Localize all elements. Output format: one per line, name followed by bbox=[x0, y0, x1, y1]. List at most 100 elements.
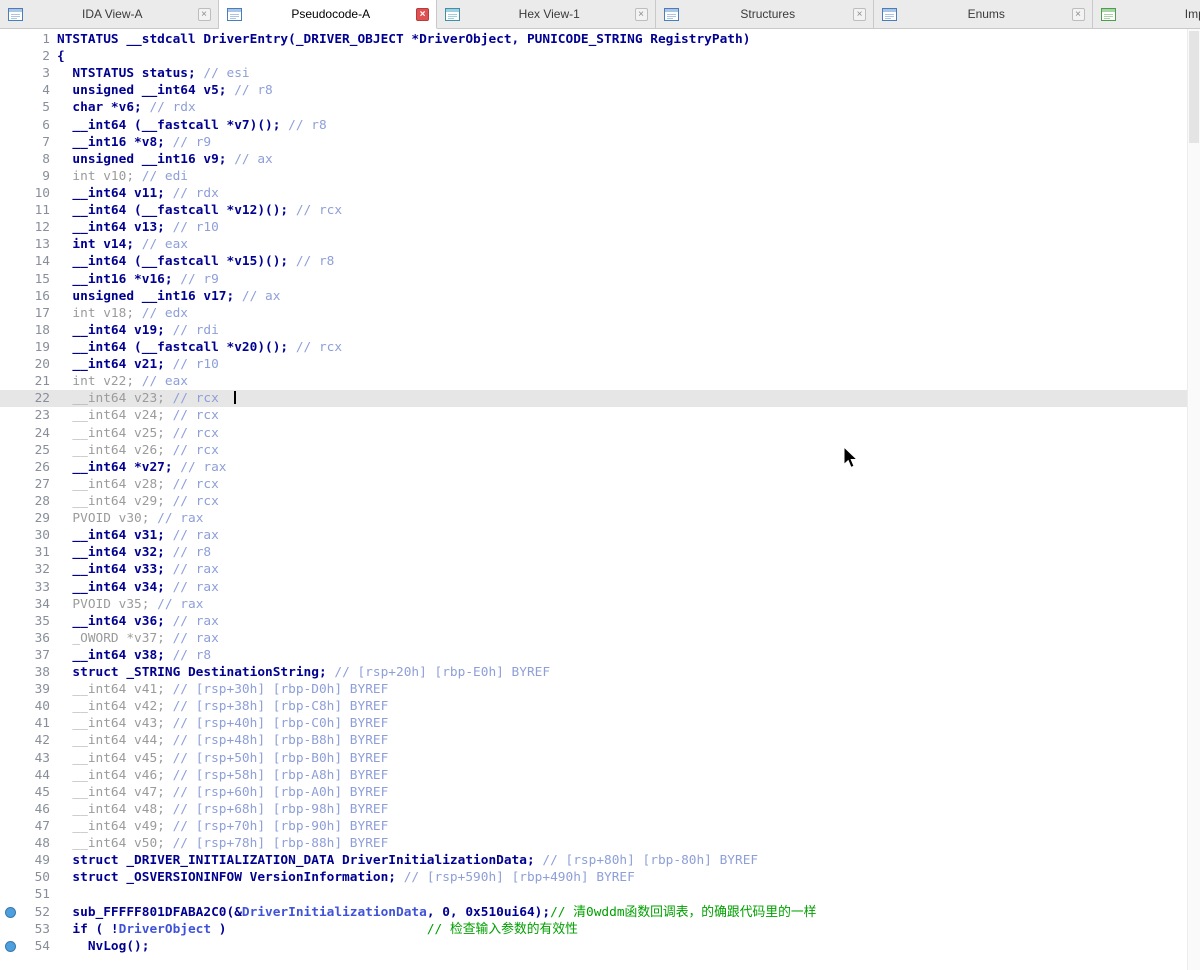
code-line[interactable]: 25 __int64 v26; // rcx bbox=[0, 442, 1187, 459]
code-line[interactable]: 28 __int64 v29; // rcx bbox=[0, 493, 1187, 510]
gutter-marker bbox=[0, 134, 20, 151]
tab-close-button[interactable]: × bbox=[853, 7, 866, 21]
code-line[interactable]: 48 __int64 v50; // [rsp+78h] [rbp-88h] B… bbox=[0, 835, 1187, 852]
code-segment: // esi bbox=[203, 66, 250, 82]
code-line[interactable]: 11 __int64 (__fastcall *v12)(); // rcx bbox=[0, 202, 1187, 219]
code-line[interactable]: 41 __int64 v43; // [rsp+40h] [rbp-C0h] B… bbox=[0, 715, 1187, 732]
code-segment: , 0, 0x510ui64); bbox=[426, 904, 551, 920]
code-segment: // [rsp+60h] [rbp-A0h] BYREF bbox=[172, 784, 389, 800]
code-address-dot bbox=[0, 904, 20, 921]
gutter-marker bbox=[0, 886, 20, 903]
code-line[interactable]: 15 __int16 *v16; // r9 bbox=[0, 271, 1187, 288]
code-line[interactable]: 18 __int64 v19; // rdi bbox=[0, 322, 1187, 339]
code-line[interactable]: 13 int v14; // eax bbox=[0, 236, 1187, 253]
line-number: 2 bbox=[42, 49, 50, 65]
code-line[interactable]: 21 int v22; // eax bbox=[0, 373, 1187, 390]
code-line[interactable]: 47 __int64 v49; // [rsp+70h] [rbp-90h] B… bbox=[0, 818, 1187, 835]
code-line[interactable]: 50 struct _OSVERSIONINFOW VersionInforma… bbox=[0, 869, 1187, 886]
code-text: char *v6; // rdx bbox=[50, 99, 195, 116]
tab-hex-view-1[interactable]: Hex View-1 × bbox=[437, 0, 656, 29]
code-line[interactable]: 27 __int64 v28; // rcx bbox=[0, 476, 1187, 493]
code-segment: // rcx bbox=[172, 425, 219, 441]
code-line[interactable]: 54 NvLog(); bbox=[0, 938, 1187, 955]
scrollbar-thumb[interactable] bbox=[1189, 31, 1199, 143]
code-line[interactable]: 33 __int64 v34; // rax bbox=[0, 579, 1187, 596]
code-line[interactable]: 38 struct _STRING DestinationString; // … bbox=[0, 664, 1187, 681]
code-line[interactable]: 36 _OWORD *v37; // rax bbox=[0, 630, 1187, 647]
code-line[interactable]: 49 struct _DRIVER_INITIALIZATION_DATA Dr… bbox=[0, 852, 1187, 869]
line-number: 52 bbox=[34, 904, 50, 920]
tab-label: IDA View-A bbox=[82, 7, 143, 21]
gutter-marker bbox=[0, 82, 20, 99]
code-segment: // eax bbox=[141, 374, 188, 390]
code-line[interactable]: 46 __int64 v48; // [rsp+68h] [rbp-98h] B… bbox=[0, 801, 1187, 818]
code-line[interactable]: 42 __int64 v44; // [rsp+48h] [rbp-B8h] B… bbox=[0, 732, 1187, 749]
tab-close-button[interactable]: × bbox=[197, 7, 211, 21]
vertical-scrollbar[interactable] bbox=[1187, 29, 1200, 970]
code-line[interactable]: 7 __int16 *v8; // r9 bbox=[0, 134, 1187, 151]
code-line[interactable]: 1 NTSTATUS __stdcall DriverEntry(_DRIVER_… bbox=[0, 31, 1187, 48]
code-line[interactable]: 14 __int64 (__fastcall *v15)(); // r8 bbox=[0, 253, 1187, 270]
code-line[interactable]: 40 __int64 v42; // [rsp+38h] [rbp-C8h] B… bbox=[0, 698, 1187, 715]
code-line[interactable]: 32 __int64 v33; // rax bbox=[0, 561, 1187, 578]
tab-imports[interactable]: Imports × bbox=[1092, 0, 1200, 29]
code-text: __int64 v43; // [rsp+40h] [rbp-C0h] BYRE… bbox=[50, 715, 388, 732]
code-segment: // r8 bbox=[295, 254, 335, 270]
code-segment: __int64 v46; bbox=[57, 767, 173, 783]
code-line[interactable]: 35 __int64 v36; // rax bbox=[0, 613, 1187, 630]
code-line[interactable]: 51 bbox=[0, 886, 1187, 903]
code-line[interactable]: 53 if ( !DriverObject ) // 检查输入参数的有效性 bbox=[0, 921, 1187, 938]
code-line[interactable]: 37 __int64 v38; // r8 bbox=[0, 647, 1187, 664]
code-line[interactable]: 43 __int64 v45; // [rsp+50h] [rbp-B0h] B… bbox=[0, 750, 1187, 767]
code-segment: __int64 v24; bbox=[57, 408, 173, 424]
code-line[interactable]: 16 unsigned __int16 v17; // ax bbox=[0, 288, 1187, 305]
tab-structures[interactable]: Structures × bbox=[655, 0, 874, 29]
code-line[interactable]: 39 __int64 v41; // [rsp+30h] [rbp-D0h] B… bbox=[0, 681, 1187, 698]
code-line[interactable]: 24 __int64 v25; // rcx bbox=[0, 425, 1187, 442]
tab-pseudocode-a[interactable]: Pseudocode-A × bbox=[218, 0, 437, 29]
code-line[interactable]: 5 char *v6; // rdx bbox=[0, 99, 1187, 116]
line-number: 28 bbox=[34, 493, 50, 509]
code-line[interactable]: 45 __int64 v47; // [rsp+60h] [rbp-A0h] B… bbox=[0, 784, 1187, 801]
code-line[interactable]: 3 NTSTATUS status; // esi bbox=[0, 65, 1187, 82]
code-line[interactable]: 44 __int64 v46; // [rsp+58h] [rbp-A8h] B… bbox=[0, 767, 1187, 784]
code-line[interactable]: 12 __int64 v13; // r10 bbox=[0, 219, 1187, 236]
code-segment: int v18; bbox=[57, 305, 142, 321]
code-line[interactable]: 30 __int64 v31; // rax bbox=[0, 527, 1187, 544]
code-line[interactable]: 9 int v10; // edi bbox=[0, 168, 1187, 185]
code-segment: __int64 v33; bbox=[57, 562, 173, 578]
gutter-marker bbox=[0, 356, 20, 373]
gutter-marker bbox=[0, 869, 20, 886]
code-line[interactable]: 6 __int64 (__fastcall *v7)(); // r8 bbox=[0, 117, 1187, 134]
code-line[interactable]: 2{ bbox=[0, 48, 1187, 65]
code-line[interactable]: 23 __int64 v24; // rcx bbox=[0, 407, 1187, 424]
tab-enums[interactable]: Enums × bbox=[874, 0, 1093, 29]
tab-close-button[interactable]: × bbox=[634, 7, 648, 21]
code-line[interactable]: 20 __int64 v21; // r10 bbox=[0, 356, 1187, 373]
code-segment: // rcx bbox=[172, 476, 219, 492]
code-segment: // rcx bbox=[172, 391, 219, 407]
code-line[interactable]: 31 __int64 v32; // r8 bbox=[0, 544, 1187, 561]
code-line[interactable]: 17 int v18; // edx bbox=[0, 305, 1187, 322]
code-line[interactable]: 8 unsigned __int16 v9; // ax bbox=[0, 151, 1187, 168]
structures-icon bbox=[663, 7, 679, 21]
code-line[interactable]: 4 unsigned __int64 v5; // r8 bbox=[0, 82, 1187, 99]
code-line[interactable]: 19 __int64 (__fastcall *v20)(); // rcx bbox=[0, 339, 1187, 356]
code-line[interactable]: 34 PVOID v35; // rax bbox=[0, 596, 1187, 613]
code-line[interactable]: 26 __int64 *v27; // rax bbox=[0, 459, 1187, 476]
code-line-current[interactable]: 22 __int64 v23; // rcx bbox=[0, 390, 1187, 408]
code-line[interactable]: 29 PVOID v30; // rax bbox=[0, 510, 1187, 527]
code-segment: // [rsp+590h] [rbp+490h] BYREF bbox=[403, 870, 635, 886]
tab-close-button[interactable]: × bbox=[1071, 7, 1085, 21]
code-line[interactable]: 10 __int64 v11; // rdx bbox=[0, 185, 1187, 202]
tab-bar: IDA View-A × Pseudocode-A × Hex View-1 ×… bbox=[0, 0, 1200, 29]
tab-ida-view-a[interactable]: IDA View-A × bbox=[0, 0, 219, 29]
code-segment: int v22; bbox=[57, 374, 142, 390]
gutter-marker bbox=[0, 253, 20, 270]
code-text: struct _OSVERSIONINFOW VersionInformatio… bbox=[50, 869, 635, 886]
code-text: NTSTATUS __stdcall DriverEntry(_DRIVER_O… bbox=[50, 31, 750, 48]
code-line[interactable]: 52 sub_FFFFF801DFABA2C0(&DriverInitializ… bbox=[0, 904, 1187, 921]
code-text: __int64 v19; // rdi bbox=[50, 322, 218, 339]
tab-close-button[interactable]: × bbox=[416, 7, 429, 21]
code-area[interactable]: 1 NTSTATUS __stdcall DriverEntry(_DRIVER_… bbox=[0, 29, 1187, 970]
